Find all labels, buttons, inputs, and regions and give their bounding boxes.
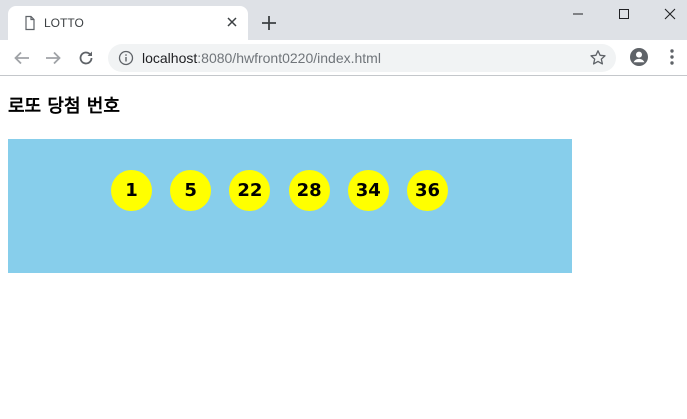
lotto-ball: 1	[111, 170, 152, 211]
lotto-number-panel: 1 5 22 28 34 36	[8, 139, 572, 273]
url-host: localhost	[142, 50, 198, 66]
tab-close-icon[interactable]	[224, 14, 240, 30]
browser-tab[interactable]: LOTTO	[8, 6, 248, 40]
lotto-ball: 36	[407, 170, 448, 211]
browser-toolbar: localhost:8080/hwfront0220/index.html	[0, 40, 687, 76]
bookmark-star-icon[interactable]	[589, 49, 607, 67]
address-bar[interactable]: localhost:8080/hwfront0220/index.html	[108, 44, 616, 72]
back-arrow-icon[interactable]	[12, 48, 32, 68]
address-url[interactable]: localhost:8080/hwfront0220/index.html	[142, 50, 381, 66]
url-path: :8080/hwfront0220/index.html	[197, 50, 381, 66]
tab-title: LOTTO	[44, 16, 84, 30]
window-maximize-button[interactable]	[601, 0, 647, 28]
maximize-icon	[619, 9, 629, 19]
browser-titlebar: LOTTO	[0, 0, 687, 40]
page-heading: 로또 당첨 번호	[8, 96, 120, 117]
page-icon	[22, 15, 38, 31]
reload-icon[interactable]	[76, 48, 96, 68]
page-content: 로또 당첨 번호 1 5 22 28 34 36	[0, 77, 687, 419]
kebab-menu-icon[interactable]	[664, 48, 680, 66]
new-tab-plus-icon[interactable]	[259, 13, 279, 33]
window-close-button[interactable]	[647, 0, 687, 28]
lotto-ball: 5	[170, 170, 212, 211]
window-minimize-button[interactable]	[555, 0, 601, 28]
close-icon	[664, 8, 676, 20]
account-icon[interactable]	[629, 47, 649, 67]
lotto-ball: 28	[288, 170, 330, 211]
lotto-ball: 34	[347, 170, 389, 211]
lotto-ball: 22	[229, 170, 271, 211]
minimize-icon	[573, 13, 583, 15]
forward-arrow-icon[interactable]	[43, 48, 63, 68]
info-icon[interactable]	[118, 50, 134, 66]
